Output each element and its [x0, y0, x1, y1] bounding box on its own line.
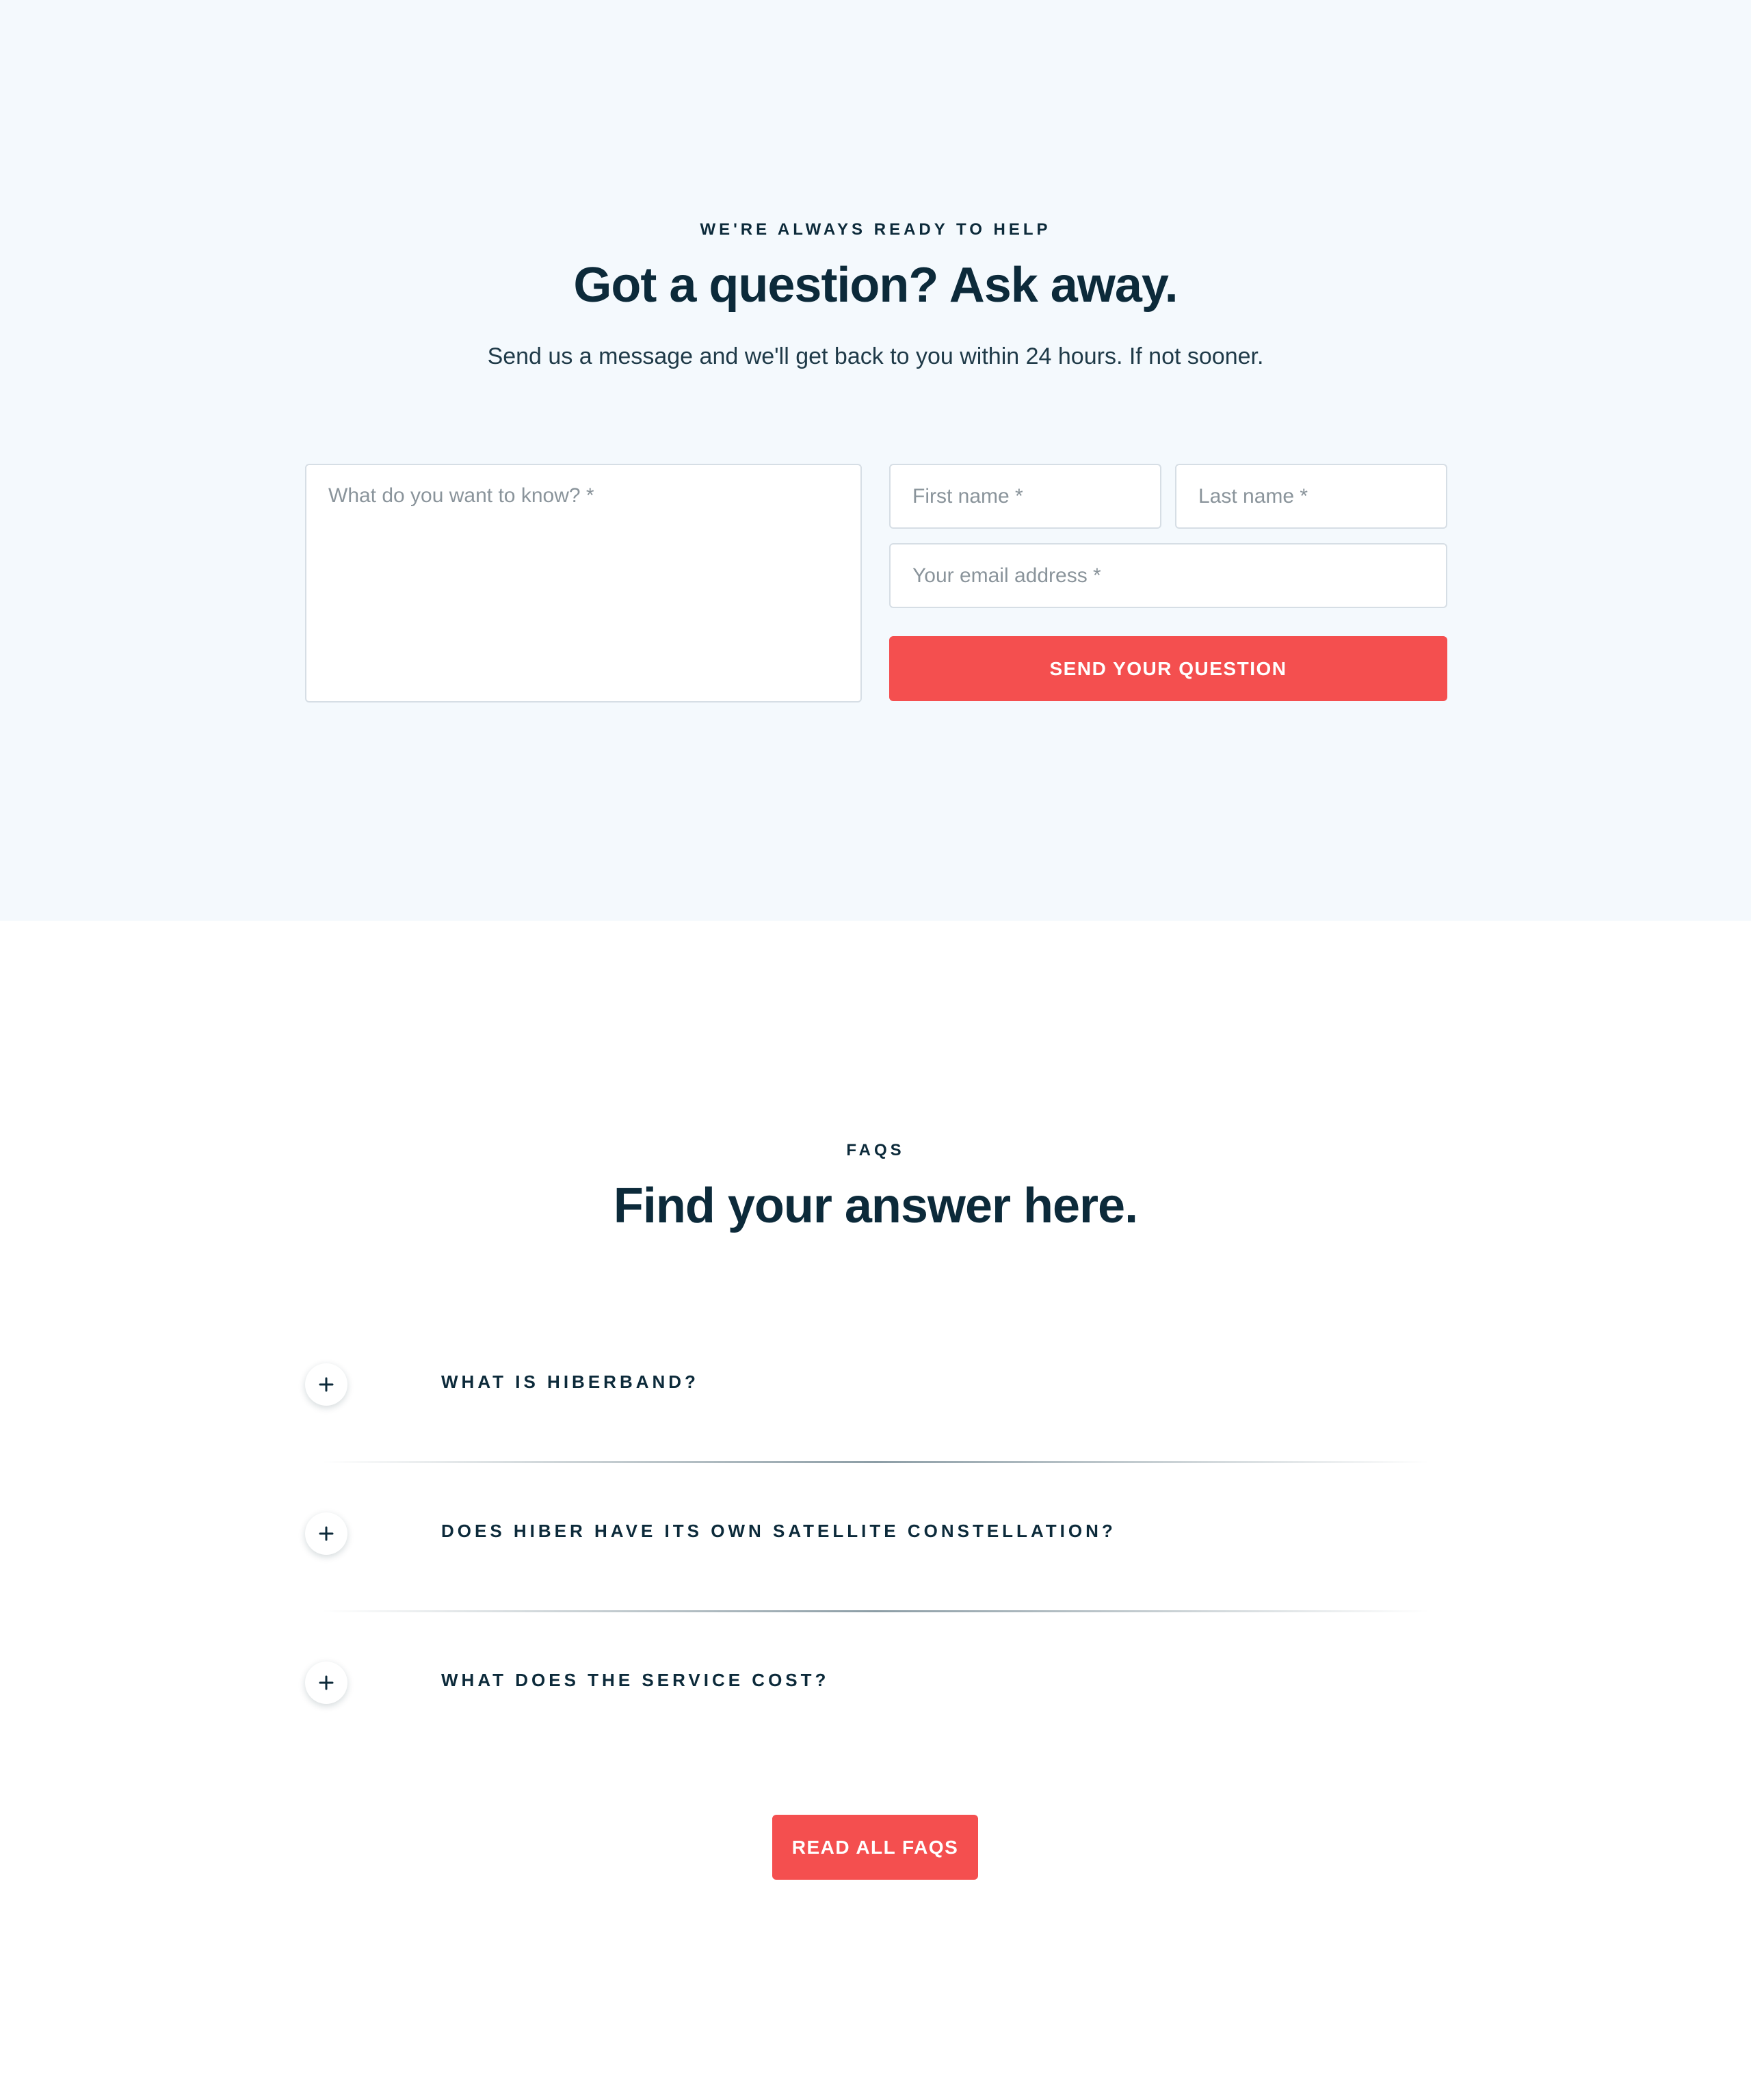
plus-icon[interactable]: [305, 1363, 347, 1406]
contact-eyebrow: WE'RE ALWAYS READY TO HELP: [700, 220, 1051, 239]
faq-title: Find your answer here.: [613, 1179, 1138, 1233]
faq-question[interactable]: WHAT DOES THE SERVICE COST?: [441, 1670, 829, 1691]
faq-divider: [321, 1610, 1430, 1612]
contact-subtitle: Send us a message and we'll get back to …: [487, 343, 1264, 369]
last-name-field[interactable]: [1175, 464, 1447, 529]
contact-section: WE'RE ALWAYS READY TO HELP Got a questio…: [0, 0, 1751, 921]
first-name-field[interactable]: [889, 464, 1161, 529]
page: WE'RE ALWAYS READY TO HELP Got a questio…: [0, 0, 1751, 2100]
read-all-faqs-button[interactable]: READ ALL FAQS: [772, 1815, 978, 1880]
faq-eyebrow: FAQS: [846, 1141, 905, 1159]
faq-question[interactable]: DOES HIBER HAVE ITS OWN SATELLITE CONSTE…: [441, 1521, 1116, 1542]
email-field[interactable]: [889, 543, 1447, 608]
send-question-button[interactable]: SEND YOUR QUESTION: [889, 636, 1447, 701]
faq-item[interactable]: DOES HIBER HAVE ITS OWN SATELLITE CONSTE…: [305, 1512, 1447, 1567]
faq-divider: [321, 1461, 1430, 1463]
faq-item[interactable]: WHAT IS HIBERBAND?: [305, 1363, 1447, 1418]
plus-icon[interactable]: [305, 1662, 347, 1704]
faq-item[interactable]: WHAT DOES THE SERVICE COST?: [305, 1662, 1447, 1716]
contact-title: Got a question? Ask away.: [573, 258, 1178, 313]
question-textarea[interactable]: [305, 464, 862, 703]
plus-icon[interactable]: [305, 1512, 347, 1555]
faq-question[interactable]: WHAT IS HIBERBAND?: [441, 1371, 699, 1393]
